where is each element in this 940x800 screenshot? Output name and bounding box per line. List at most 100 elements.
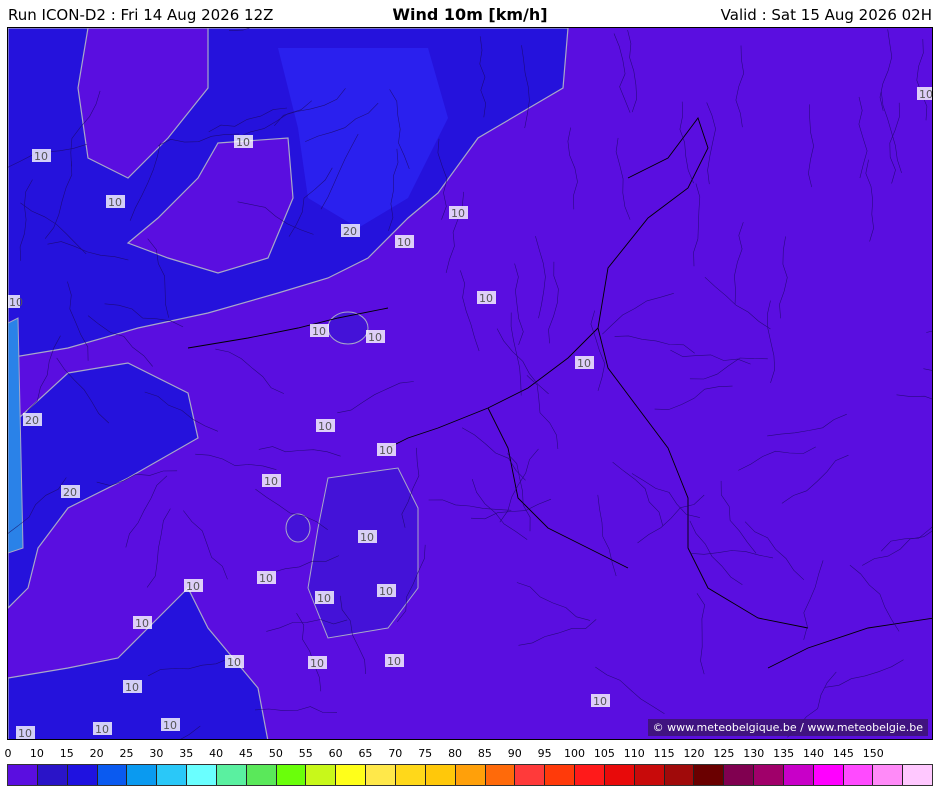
scale-swatch (903, 765, 933, 785)
scale-tick-label: 150 (862, 747, 884, 760)
svg-text:10: 10 (310, 657, 324, 670)
scale-tick-label: 30 (149, 747, 164, 760)
contour-label: 10 (395, 235, 414, 249)
scale-swatch (575, 765, 605, 785)
scale-labels: 0 10 15 20 25 30 35 40 45 50 55 60 65 70 75 80 85 90 95 100… (0, 747, 940, 761)
scale-swatch (754, 765, 784, 785)
scale-tick-label: 95 (537, 747, 552, 760)
contour-label: 10 (377, 584, 396, 598)
scale-swatch (8, 765, 38, 785)
svg-text:10: 10 (919, 88, 933, 101)
scale-swatch (306, 765, 337, 785)
svg-text:10: 10 (397, 236, 411, 249)
contour-label: 20 (61, 485, 80, 499)
contour-label: 10 (32, 149, 51, 163)
svg-text:20: 20 (63, 486, 77, 499)
svg-text:10: 10 (387, 655, 401, 668)
svg-text:10: 10 (108, 196, 122, 209)
contour-label: 10 (591, 694, 610, 708)
scale-tick-label: 40 (209, 747, 224, 760)
svg-text:10: 10 (227, 656, 241, 669)
scale-swatch (694, 765, 725, 785)
wind-map[interactable]: 10 10 10 20 10 10 10 10 10 10 20 10 10 1… (7, 27, 933, 740)
scale-tick-label: 0 (4, 747, 12, 760)
scale-tick-label: 135 (773, 747, 795, 760)
scale-tick-label: 100 (564, 747, 586, 760)
svg-text:10: 10 (379, 585, 393, 598)
scale-tick-label: 15 (59, 747, 74, 760)
scale-tick-label: 125 (713, 747, 735, 760)
scale-tick-label: 90 (507, 747, 522, 760)
contour-label: 10 (575, 356, 594, 370)
contour-label: 10 (449, 206, 468, 220)
svg-text:10: 10 (125, 681, 139, 694)
svg-text:10: 10 (318, 420, 332, 433)
color-scale (7, 764, 933, 786)
svg-text:10: 10 (593, 695, 607, 708)
scale-swatch (276, 765, 307, 785)
scale-swatch (455, 765, 486, 785)
contour-label: 10 (234, 135, 253, 149)
scale-tick-label: 55 (298, 747, 313, 760)
scale-swatch (634, 765, 665, 785)
scale-swatch (246, 765, 277, 785)
contour-label: 10 (16, 726, 35, 739)
svg-text:10: 10 (95, 723, 109, 736)
contour-label: 10 (123, 680, 142, 694)
scale-tick-label: 145 (832, 747, 854, 760)
contour-label: 10 (8, 295, 23, 309)
scale-tick-label: 25 (119, 747, 134, 760)
svg-text:10: 10 (259, 572, 273, 585)
scale-swatch (813, 765, 844, 785)
scale-tick-label: 105 (593, 747, 615, 760)
svg-text:10: 10 (360, 531, 374, 544)
scale-tick-label: 65 (358, 747, 373, 760)
svg-text:10: 10 (368, 331, 382, 344)
contour-label: 20 (341, 224, 360, 238)
svg-text:10: 10 (451, 207, 465, 220)
svg-text:10: 10 (312, 325, 326, 338)
scale-tick-label: 130 (743, 747, 765, 760)
contour-label: 10 (184, 579, 203, 593)
scale-tick-label: 45 (238, 747, 253, 760)
scale-swatch (216, 765, 247, 785)
valid-time: Valid : Sat 15 Aug 2026 02H (720, 6, 932, 24)
svg-text:10: 10 (264, 475, 278, 488)
scale-swatch (395, 765, 426, 785)
scale-tick-label: 75 (418, 747, 433, 760)
contour-label: 10 (477, 291, 496, 305)
scale-tick-label: 60 (328, 747, 343, 760)
scale-tick-label: 120 (683, 747, 705, 760)
scale-tick-label: 35 (179, 747, 194, 760)
contour-label: 10 (257, 571, 276, 585)
scale-swatch (187, 765, 217, 785)
contour-label: 10 (366, 330, 385, 344)
scale-swatch (425, 765, 456, 785)
scale-tick-label: 10 (29, 747, 44, 760)
scale-swatch (515, 765, 546, 785)
svg-text:10: 10 (34, 150, 48, 163)
contour-label: 10 (358, 530, 377, 544)
contour-label: 10 (316, 419, 335, 433)
contour-label: 10 (385, 654, 404, 668)
svg-text:10: 10 (9, 296, 23, 309)
scale-swatch (97, 765, 128, 785)
scale-swatch (545, 765, 576, 785)
svg-text:20: 20 (25, 414, 39, 427)
svg-text:10: 10 (379, 444, 393, 457)
scale-swatch (873, 765, 904, 785)
credit-text[interactable]: © www.meteobelgique.be / www.meteobelgie… (647, 719, 928, 736)
contour-label: 20 (23, 413, 42, 427)
svg-text:10: 10 (577, 357, 591, 370)
contour-label: 10 (308, 656, 327, 670)
scale-tick-label: 140 (803, 747, 825, 760)
scale-tick-label: 70 (388, 747, 403, 760)
contour-label: 10 (225, 655, 244, 669)
contour-label: 10 (133, 616, 152, 630)
scale-tick-label: 80 (448, 747, 463, 760)
contour-label: 10 (310, 324, 329, 338)
scale-swatch (366, 765, 396, 785)
contour-label: 10 (917, 87, 933, 101)
scale-swatch (67, 765, 98, 785)
scale-swatch (843, 765, 874, 785)
